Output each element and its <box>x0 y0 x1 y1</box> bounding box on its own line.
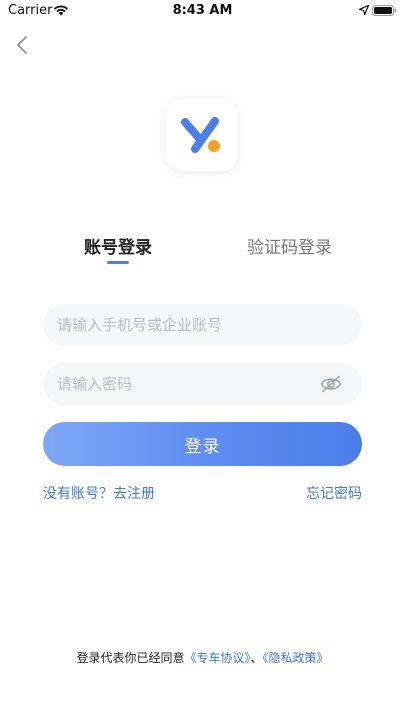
agreement-text: 登录代表你已经同意《专车协议》、《隐私政策》 <box>0 649 405 666</box>
agreement-prefix: 登录代表你已经同意 <box>76 651 185 665</box>
login-button[interactable]: 登录 <box>43 422 362 466</box>
terms-link[interactable]: 《专车协议》 <box>184 651 250 665</box>
active-tab-indicator <box>107 261 129 264</box>
phone-input[interactable] <box>57 304 317 346</box>
eye-icon[interactable] <box>320 375 342 393</box>
chevron-left-icon <box>17 36 27 54</box>
privacy-link[interactable]: 《隐私政策》 <box>263 651 329 665</box>
tab-code-login[interactable]: 验证码登录 <box>247 233 332 258</box>
password-field <box>43 363 362 405</box>
clock-time: 8:43 AM <box>172 3 233 18</box>
tab-account-login[interactable]: 账号登录 <box>84 233 152 258</box>
agreement-separator: 、 <box>250 651 263 665</box>
phone-field <box>43 304 362 346</box>
app-logo <box>166 99 238 171</box>
location-arrow-icon <box>359 5 369 15</box>
login-screen: Carrier 8:43 AM 账号登录 验证码登录 请输入手机号或企业账号 登… <box>0 0 405 720</box>
app-logo-icon <box>181 117 220 153</box>
status-bar: Carrier 8:43 AM <box>0 0 405 22</box>
register-link[interactable]: 没有账号？去注册 <box>43 483 155 503</box>
password-input[interactable] <box>57 363 317 405</box>
back-button[interactable] <box>10 32 36 58</box>
battery-icon <box>372 5 397 16</box>
forgot-password-link[interactable]: 忘记密码 <box>306 483 362 503</box>
